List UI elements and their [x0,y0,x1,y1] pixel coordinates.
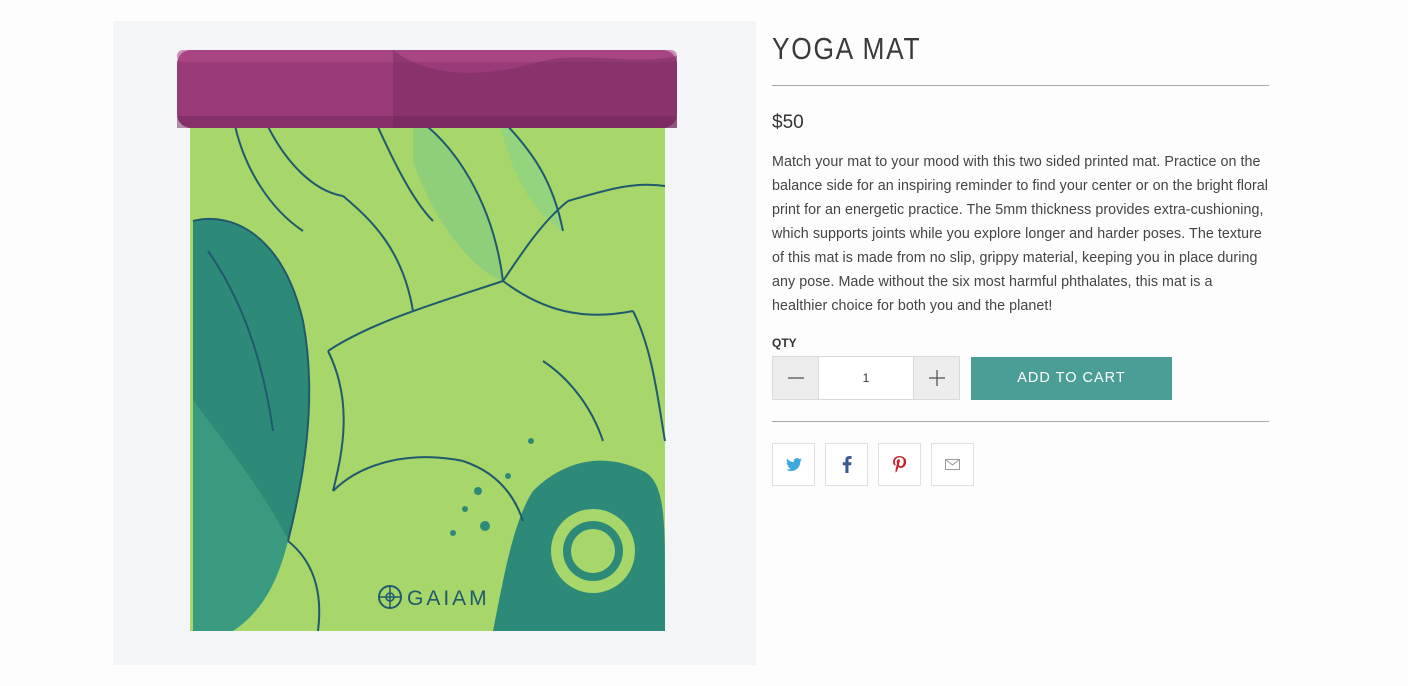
pinterest-icon [893,456,906,473]
share-pinterest-button[interactable] [878,443,921,486]
minus-icon [787,377,804,379]
product-page: GAIAM YOGA MAT $50 Match your mat to you… [0,0,1408,686]
yoga-mat-image: GAIAM [177,50,677,632]
share-twitter-button[interactable] [772,443,815,486]
product-title: YOGA MAT [772,31,922,66]
add-to-cart-button[interactable]: ADD TO CART [971,356,1172,400]
share-facebook-button[interactable] [825,443,868,486]
product-details: YOGA MAT $50 Match your mat to your mood… [772,28,1269,486]
twitter-icon [785,457,802,471]
svg-text:GAIAM: GAIAM [407,587,490,610]
product-image[interactable]: GAIAM [113,21,756,665]
qty-label: QTY [772,336,797,350]
quantity-input[interactable] [818,357,914,399]
share-email-button[interactable] [931,443,974,486]
divider [772,421,1269,422]
email-icon [945,459,960,470]
facebook-icon [842,456,852,473]
share-buttons [772,443,1269,486]
quantity-stepper [772,356,960,400]
purchase-row: ADD TO CART [772,356,1269,400]
divider [772,85,1269,86]
plus-icon [928,370,945,386]
decrease-qty-button[interactable] [773,357,818,399]
product-price: $50 [772,112,804,133]
product-description: Match your mat to your mood with this tw… [772,154,1269,314]
increase-qty-button[interactable] [914,357,959,399]
